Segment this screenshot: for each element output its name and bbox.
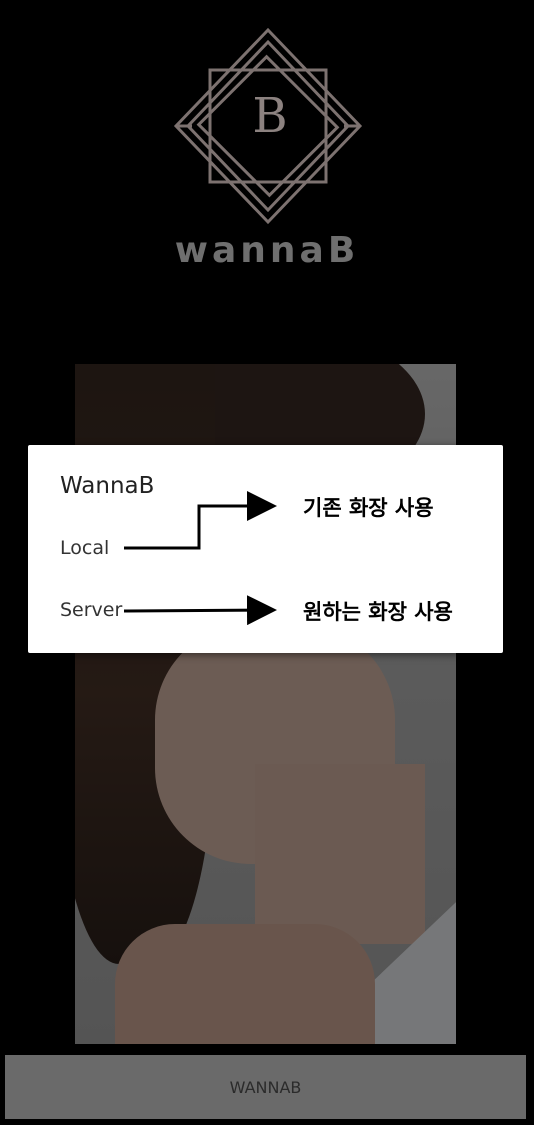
annotation-server-note: 원하는 화장 사용 [303, 600, 453, 624]
wannab-button[interactable]: WANNAB [5, 1055, 526, 1119]
annotation-local-note: 기존 화장 사용 [303, 496, 434, 520]
logo-letter: B [252, 88, 288, 144]
brand-name: wannaB [174, 230, 360, 271]
option-server[interactable]: Server [60, 599, 122, 621]
option-local[interactable]: Local [60, 537, 109, 559]
app-logo: B wannaB [0, 0, 534, 300]
dialog-title: WannaB [60, 473, 155, 499]
